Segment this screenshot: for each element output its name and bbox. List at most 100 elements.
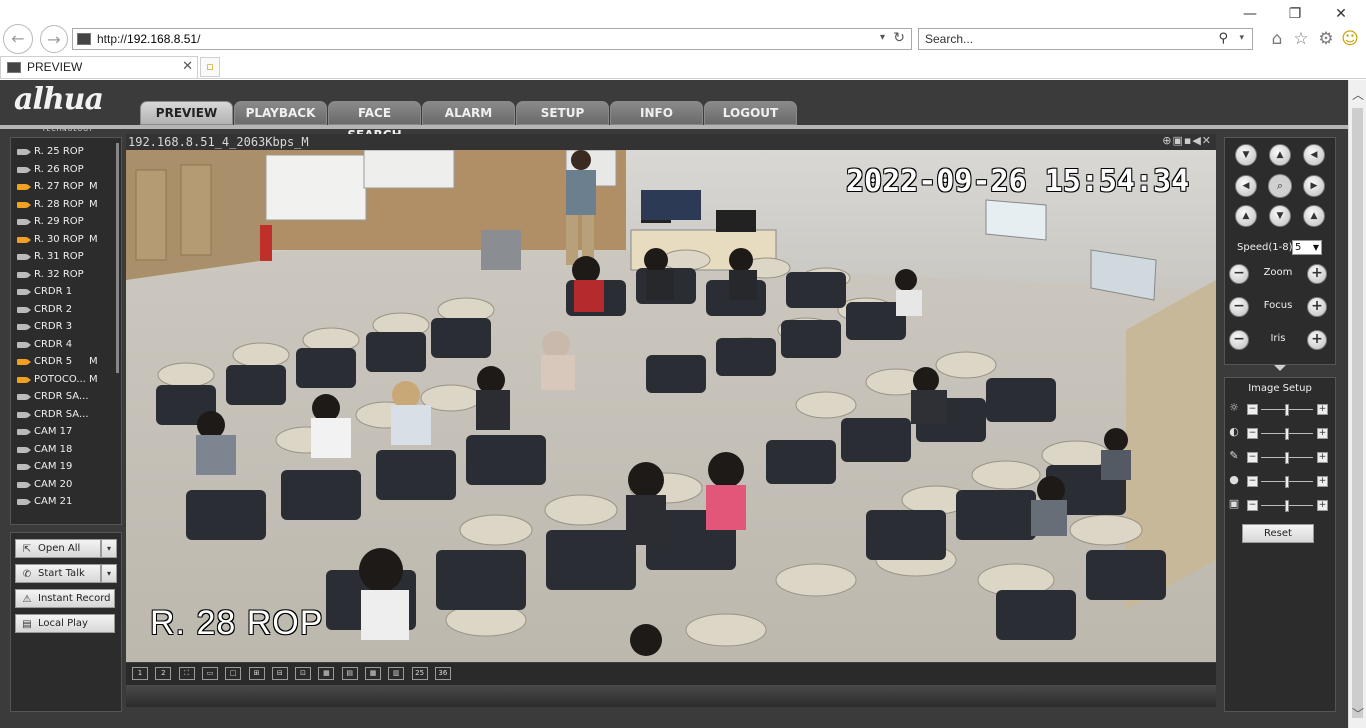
- minimize-icon[interactable]: —: [1242, 6, 1258, 22]
- refresh-icon[interactable]: ↻: [893, 30, 905, 46]
- menu-tab-logout[interactable]: LOGOUT: [704, 101, 797, 125]
- channel-item[interactable]: R. 28 ROP M: [17, 196, 121, 213]
- decrease-button[interactable]: −: [1247, 428, 1258, 439]
- channel-item[interactable]: R. 32 ROP: [17, 266, 121, 283]
- iris-open-button[interactable]: +: [1307, 330, 1327, 350]
- decrease-button[interactable]: −: [1247, 452, 1258, 463]
- menu-tab-playback[interactable]: PLAYBACK: [234, 101, 327, 125]
- channel-item[interactable]: CRDR 4: [17, 336, 121, 353]
- layout-button[interactable]: 1: [132, 667, 148, 680]
- address-dropdown-icon[interactable]: ▾: [880, 32, 885, 43]
- start-talk-dropdown[interactable]: ▾: [101, 564, 117, 583]
- open-all-button[interactable]: ⇱ Open All: [15, 539, 101, 558]
- layout-button[interactable]: ▦: [365, 667, 381, 680]
- channel-item[interactable]: CRDR 2: [17, 301, 121, 318]
- layout-button[interactable]: 36: [434, 667, 451, 680]
- channel-item[interactable]: R. 27 ROP M: [17, 178, 121, 195]
- snapshot-icon[interactable]: ▣: [1172, 134, 1183, 147]
- layout-button[interactable]: ⊡: [295, 667, 312, 680]
- layout-button[interactable]: ⛶: [178, 667, 195, 680]
- forward-icon[interactable]: →: [40, 25, 68, 53]
- channel-item[interactable]: CAM 18: [17, 441, 121, 458]
- iris-close-button[interactable]: −: [1229, 330, 1249, 350]
- channel-item[interactable]: CRDR 3: [17, 318, 121, 335]
- channel-item[interactable]: CAM 20: [17, 476, 121, 493]
- slider-knob[interactable]: [1285, 404, 1289, 416]
- zoom-icon[interactable]: ⊕: [1162, 134, 1172, 147]
- channel-item[interactable]: CAM 17: [17, 423, 121, 440]
- menu-tab-info[interactable]: INFO: [610, 101, 703, 125]
- decrease-button[interactable]: −: [1247, 500, 1258, 511]
- search-icon[interactable]: ⚲: [1218, 31, 1228, 46]
- layout-button[interactable]: ▦: [318, 667, 335, 680]
- channel-item[interactable]: CRDR 1: [17, 283, 121, 300]
- layout-button[interactable]: ▤: [341, 667, 358, 680]
- close-window-icon[interactable]: ✕: [1333, 6, 1349, 22]
- layout-button[interactable]: ▭: [201, 667, 218, 680]
- address-bar[interactable]: http://192.168.8.51/ ▾ ↻: [72, 28, 912, 50]
- zoom-in-button[interactable]: +: [1307, 264, 1327, 284]
- ptz-down-button[interactable]: ▼: [1269, 205, 1291, 227]
- ptz-left-button[interactable]: ◀: [1235, 175, 1257, 197]
- start-talk-button[interactable]: ✆ Start Talk: [15, 564, 101, 583]
- channel-item[interactable]: CRDR SA...: [17, 388, 121, 405]
- layout-button[interactable]: ⊞: [248, 667, 265, 680]
- tab-close-icon[interactable]: ✕: [182, 59, 193, 74]
- increase-button[interactable]: +: [1317, 428, 1328, 439]
- scroll-thumb[interactable]: [1352, 108, 1363, 718]
- channel-item[interactable]: R. 26 ROP: [17, 161, 121, 178]
- channel-item[interactable]: CAM 19: [17, 458, 121, 475]
- smiley-icon[interactable]: ☺: [1340, 29, 1360, 49]
- audio-icon[interactable]: ◀: [1192, 134, 1201, 147]
- search-box[interactable]: Search... ⚲ ▾: [918, 28, 1253, 50]
- slider-knob[interactable]: [1285, 476, 1289, 488]
- search-dropdown-icon[interactable]: ▾: [1239, 33, 1244, 43]
- channel-item[interactable]: POTOCO... M: [17, 371, 121, 388]
- ptz-up-right-button[interactable]: ◀: [1303, 144, 1325, 166]
- menu-tab-alarm[interactable]: ALARM: [422, 101, 515, 125]
- decrease-button[interactable]: −: [1247, 476, 1258, 487]
- channel-item[interactable]: CAM 21: [17, 493, 121, 510]
- layout-button[interactable]: 2: [155, 667, 172, 680]
- layout-button[interactable]: 25: [411, 667, 428, 680]
- browser-tab[interactable]: PREVIEW ✕: [0, 56, 198, 78]
- increase-button[interactable]: +: [1317, 404, 1328, 415]
- channel-item[interactable]: R. 25 ROP: [17, 143, 121, 160]
- ptz-right-button[interactable]: ▶: [1303, 175, 1325, 197]
- layout-button[interactable]: ⊟: [271, 667, 288, 680]
- increase-button[interactable]: +: [1317, 452, 1328, 463]
- home-icon[interactable]: ⌂: [1267, 29, 1287, 49]
- channel-list-scrollbar[interactable]: [116, 143, 119, 373]
- layout-button[interactable]: ▥: [388, 667, 405, 680]
- channel-item[interactable]: R. 29 ROP: [17, 213, 121, 230]
- menu-tab-setup[interactable]: SETUP: [516, 101, 609, 125]
- local-play-button[interactable]: ▤ Local Play: [15, 614, 115, 633]
- zoom-out-button[interactable]: −: [1229, 264, 1249, 284]
- video-view[interactable]: 2022-09-26 15:54:34 R. 28 ROP: [126, 150, 1216, 662]
- increase-button[interactable]: +: [1317, 476, 1328, 487]
- star-icon[interactable]: ☆: [1291, 29, 1311, 49]
- layout-button[interactable]: □: [225, 667, 242, 680]
- open-all-dropdown[interactable]: ▾: [101, 539, 117, 558]
- scroll-down-icon[interactable]: ﹀: [1349, 705, 1366, 722]
- menu-tab-face-search[interactable]: FACE SEARCH: [328, 101, 421, 142]
- focus-in-button[interactable]: +: [1307, 297, 1327, 317]
- reset-button[interactable]: Reset: [1242, 524, 1314, 543]
- page-scrollbar[interactable]: ︿ ﹀: [1348, 80, 1366, 728]
- ptz-center-icon[interactable]: ⌕: [1268, 174, 1292, 198]
- decrease-button[interactable]: −: [1247, 404, 1258, 415]
- ptz-collapse-toggle[interactable]: [1224, 365, 1336, 373]
- restore-icon[interactable]: ❐: [1287, 6, 1303, 22]
- menu-tab-preview[interactable]: PREVIEW: [140, 101, 233, 125]
- gear-icon[interactable]: ⚙: [1316, 29, 1336, 49]
- speed-select[interactable]: 5 ▼: [1292, 240, 1322, 255]
- ptz-up-button[interactable]: ▲: [1269, 144, 1291, 166]
- scroll-up-icon[interactable]: ︿: [1349, 86, 1366, 103]
- focus-out-button[interactable]: −: [1229, 297, 1249, 317]
- increase-button[interactable]: +: [1317, 500, 1328, 511]
- ptz-down-left-button[interactable]: ▲: [1235, 205, 1257, 227]
- channel-item[interactable]: R. 30 ROP M: [17, 231, 121, 248]
- close-icon[interactable]: ✕: [1202, 134, 1212, 147]
- slider-knob[interactable]: [1285, 500, 1289, 512]
- channel-item[interactable]: CRDR 5 M: [17, 353, 121, 370]
